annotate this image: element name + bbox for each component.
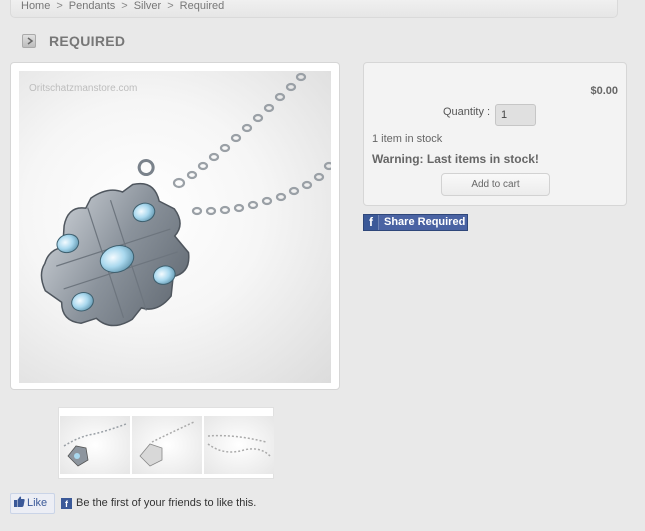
add-to-cart-panel: $0.00 Quantity : 1 item in stock Warning…: [363, 62, 627, 206]
page-title: REQUIRED: [49, 33, 126, 49]
product-price: $0.00: [590, 85, 618, 97]
breadcrumb-silver[interactable]: Silver: [134, 0, 162, 12]
stock-count: 1 item in stock: [372, 133, 443, 145]
stock-warning: Warning: Last items in stock!: [372, 152, 539, 166]
thumbnail-2[interactable]: [132, 416, 202, 474]
breadcrumb-home[interactable]: Home: [21, 0, 50, 12]
facebook-share-button[interactable]: f Share Required: [363, 214, 468, 231]
breadcrumb-separator: >: [121, 0, 128, 12]
thumbnail-strip: [58, 407, 274, 479]
facebook-like-prompt: f Be the first of your friends to like th…: [61, 497, 256, 509]
add-to-cart-button[interactable]: Add to cart: [441, 173, 550, 196]
breadcrumb-current: Required: [179, 0, 225, 12]
breadcrumb-separator: >: [56, 0, 63, 12]
facebook-icon: f: [61, 498, 72, 509]
chevron-right-icon: [22, 34, 36, 48]
facebook-icon: f: [364, 215, 379, 230]
quantity-label: Quantity :: [443, 106, 491, 118]
like-prompt-text: Be the first of your friends to like thi…: [76, 497, 257, 509]
quantity-input[interactable]: [495, 104, 536, 126]
product-image-box: Oritschatzmanstore.com: [10, 62, 340, 390]
breadcrumb-pendants[interactable]: Pendants: [69, 0, 115, 12]
thumbs-up-icon: [14, 495, 25, 507]
facebook-like-button[interactable]: Like: [10, 493, 55, 514]
thumbnail-3[interactable]: [204, 416, 274, 474]
breadcrumb-separator: >: [167, 0, 174, 12]
share-button-label: Share Required: [384, 216, 466, 228]
thumbnail-1[interactable]: [60, 416, 130, 474]
pendant-illustration: [40, 72, 331, 327]
product-image[interactable]: Oritschatzmanstore.com: [19, 71, 331, 383]
like-button-label: Like: [27, 497, 48, 509]
breadcrumb: Home > Pendants > Silver > Required: [10, 0, 618, 18]
